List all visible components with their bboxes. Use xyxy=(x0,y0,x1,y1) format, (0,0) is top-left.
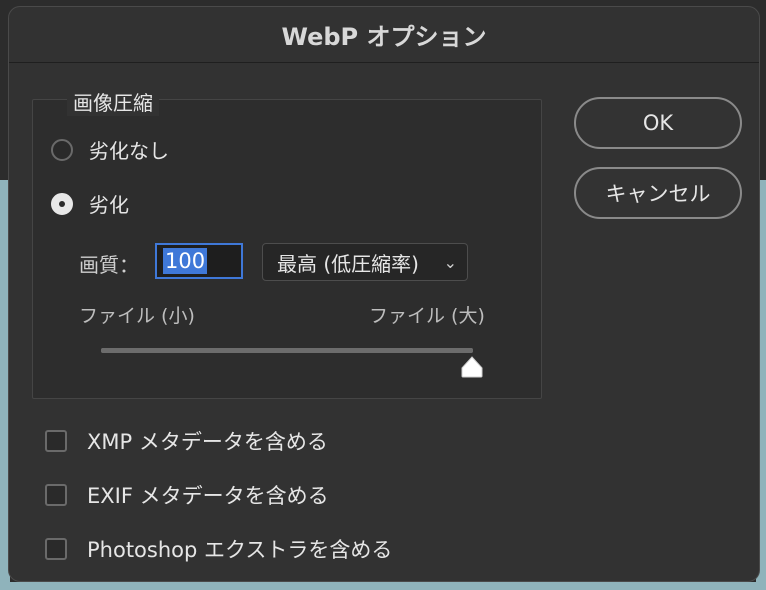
exif-metadata-checkbox-row[interactable]: EXIF メタデータを含める xyxy=(45,480,329,510)
quality-input[interactable]: 100 xyxy=(155,243,243,279)
quality-preset-value: 最高 (低圧縮率) xyxy=(277,251,419,276)
radio-lossless-indicator[interactable] xyxy=(51,138,73,161)
quality-slider-track[interactable] xyxy=(101,348,473,353)
xmp-metadata-checkbox-row[interactable]: XMP メタデータを含める xyxy=(45,426,328,456)
exif-metadata-checkbox[interactable] xyxy=(45,484,67,506)
background-window xyxy=(0,582,766,590)
exif-metadata-label: EXIF メタデータを含める xyxy=(87,484,329,508)
photoshop-extras-checkbox-row[interactable]: Photoshop エクストラを含める xyxy=(45,534,392,564)
quality-label: 画質： xyxy=(79,253,139,277)
compression-group-label: 画像圧縮 xyxy=(67,87,159,116)
slider-max-label: ファイル (大) xyxy=(369,305,485,327)
dialog-title: WebP オプション xyxy=(9,7,759,63)
quality-slider-thumb[interactable] xyxy=(460,355,484,379)
cancel-button[interactable]: キャンセル xyxy=(574,167,742,219)
xmp-metadata-label: XMP メタデータを含める xyxy=(87,430,328,454)
slider-min-label: ファイル (小) xyxy=(79,305,195,327)
ok-button[interactable]: OK xyxy=(574,97,742,149)
quality-slider-fill xyxy=(101,348,473,353)
chevron-down-icon: ⌄ xyxy=(443,253,457,272)
radio-lossy-indicator[interactable] xyxy=(51,192,73,215)
radio-lossy[interactable]: 劣化 xyxy=(51,189,129,218)
photoshop-extras-label: Photoshop エクストラを含める xyxy=(87,538,393,562)
photoshop-extras-checkbox[interactable] xyxy=(45,538,67,560)
radio-lossless[interactable]: 劣化なし xyxy=(51,135,169,164)
webp-options-dialog: WebP オプション 画像圧縮 劣化なし 劣化 画質： 100 最高 (低圧縮率… xyxy=(8,6,760,582)
radio-lossy-label: 劣化 xyxy=(89,193,129,217)
radio-lossless-label: 劣化なし xyxy=(89,139,169,163)
quality-preset-select[interactable]: 最高 (低圧縮率) ⌄ xyxy=(262,243,468,281)
quality-input-value: 100 xyxy=(163,248,208,274)
xmp-metadata-checkbox[interactable] xyxy=(45,430,67,452)
